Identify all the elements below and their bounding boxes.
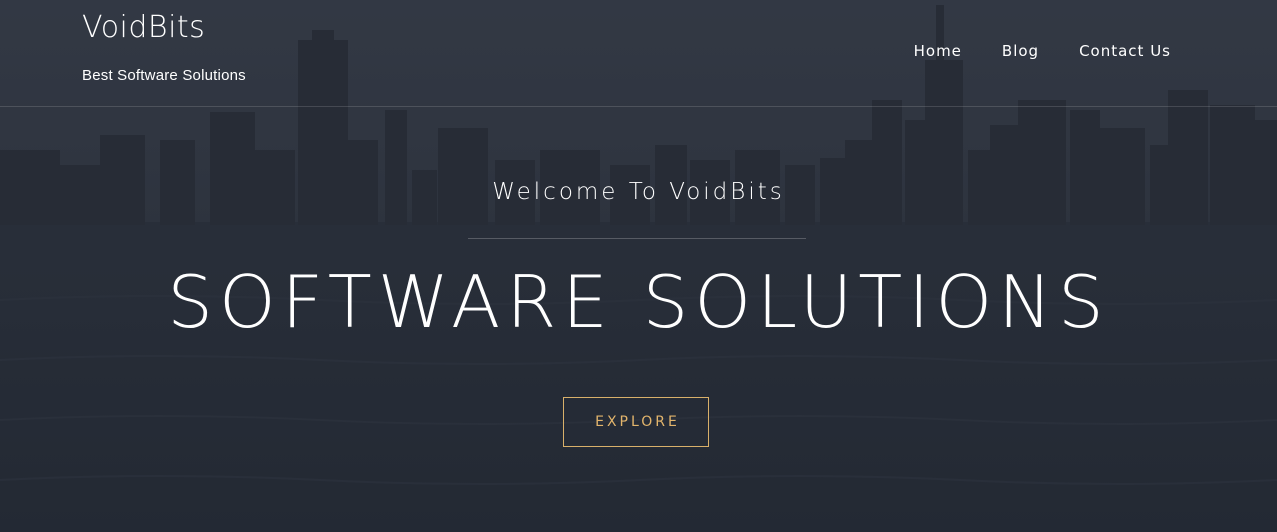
main-nav: Home Blog Contact Us xyxy=(874,41,1171,61)
hero-welcome-text: Welcome To VoidBits xyxy=(492,179,785,205)
brand: VoidBits Best Software Solutions xyxy=(82,8,246,84)
nav-item-blog[interactable]: Blog xyxy=(1002,41,1039,61)
site-header: VoidBits Best Software Solutions Home Bl… xyxy=(0,0,1277,107)
nav-item-contact-us[interactable]: Contact Us xyxy=(1079,41,1171,61)
page: VoidBits Best Software Solutions Home Bl… xyxy=(0,0,1277,532)
hero-section: Welcome To VoidBits SOFTWARE SOLUTIONS E… xyxy=(0,107,1277,532)
site-tagline: Best Software Solutions xyxy=(82,67,246,84)
hero-headline: SOFTWARE SOLUTIONS xyxy=(167,260,1110,344)
nav-item-home[interactable]: Home xyxy=(914,41,962,61)
hero-divider xyxy=(468,238,806,239)
site-title[interactable]: VoidBits xyxy=(82,8,246,48)
explore-button[interactable]: EXPLORE xyxy=(563,397,709,447)
